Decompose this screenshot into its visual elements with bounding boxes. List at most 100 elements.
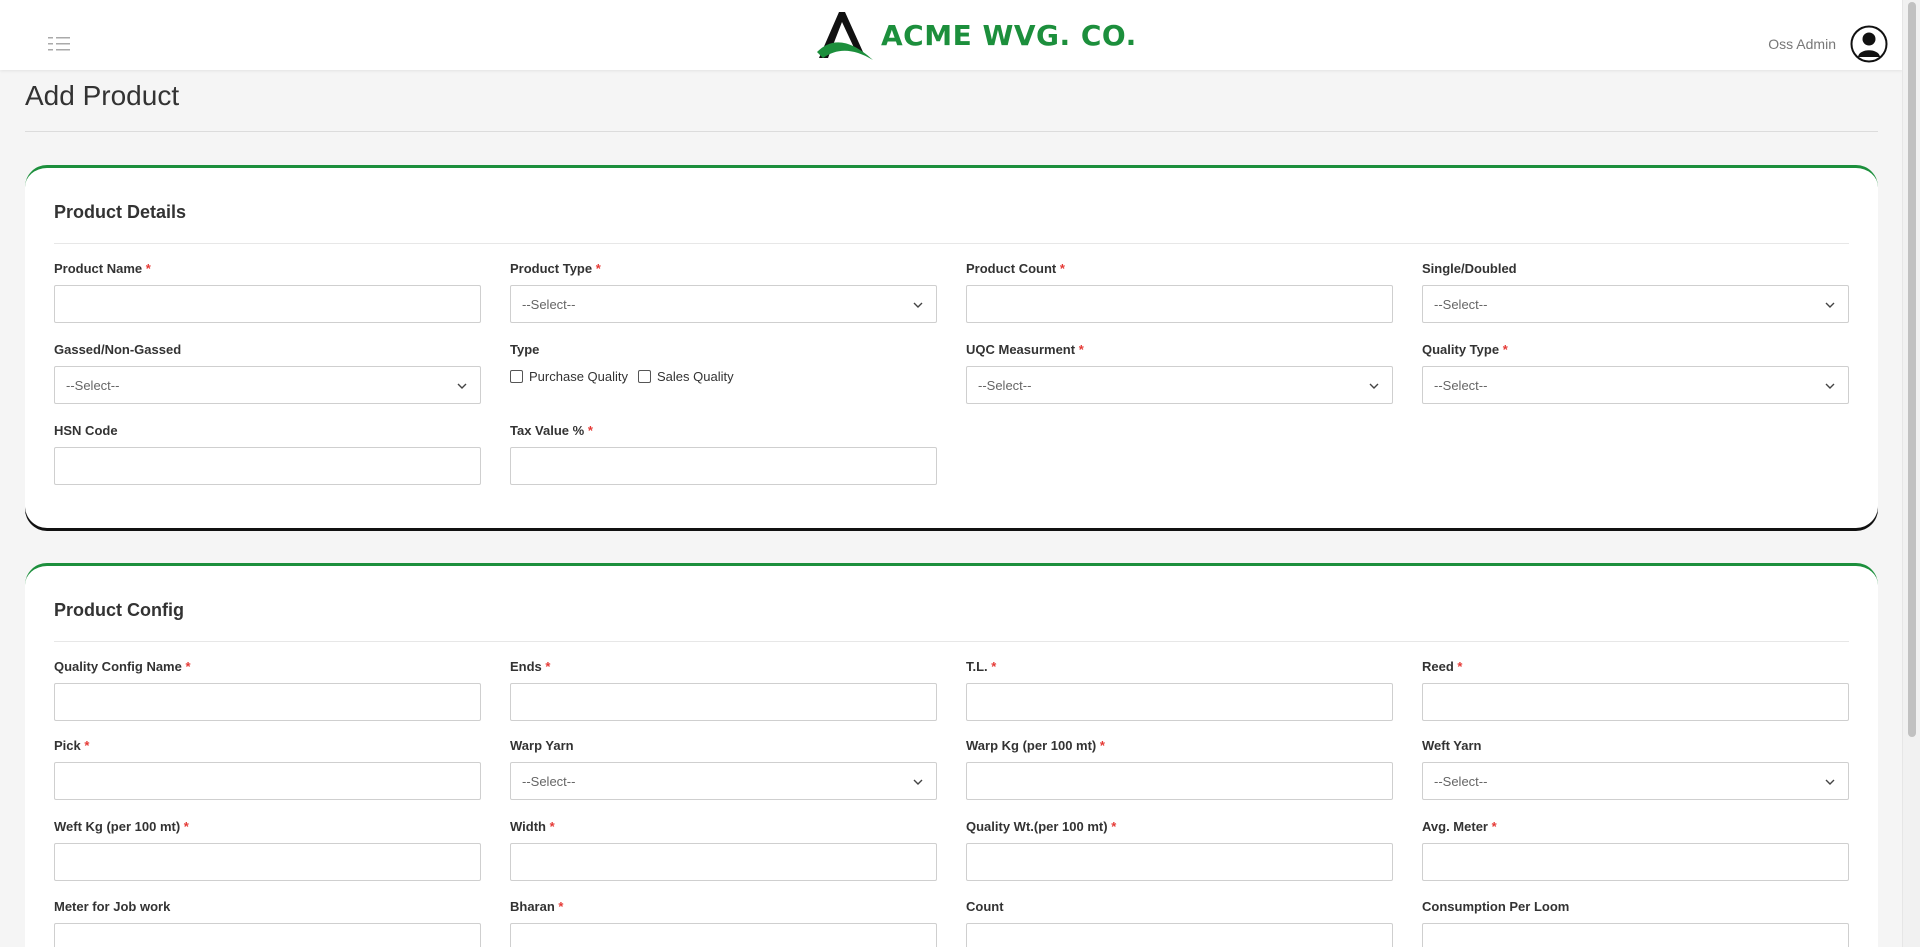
width-input[interactable] [510, 843, 937, 881]
field-label: Avg. Meter * [1422, 819, 1497, 834]
quality-wt-field: Quality Wt.(per 100 mt) * [966, 819, 1393, 881]
user-menu[interactable]: Oss Admin [1768, 25, 1888, 63]
avg-meter-input[interactable] [1422, 843, 1849, 881]
pick-input[interactable] [54, 762, 481, 800]
tl-input[interactable] [966, 683, 1393, 721]
logo-mark-icon [817, 12, 873, 60]
hsn-code-field: HSN Code [54, 423, 481, 485]
product-count-input[interactable] [966, 285, 1393, 323]
card-divider [54, 243, 1849, 244]
single-doubled-field: Single/Doubled --Select-- [1422, 261, 1849, 323]
hsn-code-input[interactable] [54, 447, 481, 485]
vertical-scrollbar[interactable] [1902, 0, 1920, 947]
bharan-field: Bharan * [510, 899, 937, 947]
avg-meter-field: Avg. Meter * [1422, 819, 1849, 881]
field-label: Product Type * [510, 261, 601, 276]
page-title: Add Product [25, 80, 180, 111]
field-label: Single/Doubled [1422, 261, 1517, 276]
field-label: Consumption Per Loom [1422, 899, 1570, 914]
warp-kg-field: Warp Kg (per 100 mt) * [966, 738, 1393, 800]
user-name: Oss Admin [1768, 36, 1836, 52]
weft-kg-field: Weft Kg (per 100 mt) * [54, 819, 481, 881]
pick-field: Pick * [54, 738, 481, 800]
chevron-down-icon [1369, 383, 1379, 389]
count-field: Count [966, 899, 1393, 947]
meter-job-work-input[interactable] [54, 923, 481, 947]
brand-name: ACME WVG. CO. [881, 18, 1137, 52]
field-label: Quality Type * [1422, 342, 1508, 357]
product-name-field: Product Name * [54, 261, 481, 323]
ends-input[interactable] [510, 683, 937, 721]
brand-logo[interactable]: ACME WVG. CO. [815, 8, 1137, 62]
bharan-input[interactable] [510, 923, 937, 947]
consumption-per-loom-input[interactable] [1422, 923, 1849, 947]
avatar[interactable] [1850, 25, 1888, 63]
field-label: Width * [510, 819, 555, 834]
weft-kg-input[interactable] [54, 843, 481, 881]
top-navbar: ACME WVG. CO. Oss Admin [0, 0, 1902, 70]
warp-yarn-select[interactable]: --Select-- [510, 762, 937, 800]
field-label: Product Count * [966, 261, 1065, 276]
purchase-quality-option[interactable]: Purchase Quality [510, 369, 628, 384]
tax-value-input[interactable] [510, 447, 937, 485]
field-label: Warp Yarn [510, 738, 574, 753]
count-input[interactable] [966, 923, 1393, 947]
gassed-field: Gassed/Non-Gassed --Select-- [54, 342, 481, 404]
field-label: Count [966, 899, 1004, 914]
card-divider [54, 641, 1849, 642]
chevron-down-icon [1825, 779, 1835, 785]
field-label: UQC Measurment * [966, 342, 1084, 357]
field-label: Meter for Job work [54, 899, 171, 914]
uqc-select[interactable]: --Select-- [966, 366, 1393, 404]
product-name-input[interactable] [54, 285, 481, 323]
field-label: T.L. * [966, 659, 997, 674]
checkbox-label: Purchase Quality [529, 368, 628, 384]
checkbox-label: Sales Quality [657, 368, 734, 384]
chevron-down-icon [913, 779, 923, 785]
chevron-down-icon [1825, 302, 1835, 308]
consumption-per-loom-field: Consumption Per Loom [1422, 899, 1849, 947]
product-config-title: Product Config [54, 600, 184, 620]
quality-type-select[interactable]: --Select-- [1422, 366, 1849, 404]
scrollbar-thumb[interactable] [1908, 2, 1916, 737]
chevron-down-icon [1825, 383, 1835, 389]
weft-yarn-select[interactable]: --Select-- [1422, 762, 1849, 800]
field-label: Quality Wt.(per 100 mt) * [966, 819, 1117, 834]
quality-config-name-input[interactable] [54, 683, 481, 721]
field-label: Gassed/Non-Gassed [54, 342, 182, 357]
product-config-card: Product Config Quality Config Name * End… [25, 563, 1878, 947]
chevron-down-icon [457, 383, 467, 389]
uqc-field: UQC Measurment * --Select-- [966, 342, 1393, 404]
warp-yarn-field: Warp Yarn --Select-- [510, 738, 937, 800]
product-type-select[interactable]: --Select-- [510, 285, 937, 323]
weft-yarn-field: Weft Yarn --Select-- [1422, 738, 1849, 800]
warp-kg-input[interactable] [966, 762, 1393, 800]
gassed-select[interactable]: --Select-- [54, 366, 481, 404]
quality-config-name-field: Quality Config Name * [54, 659, 481, 721]
field-label: HSN Code [54, 423, 118, 438]
menu-toggle-icon[interactable] [48, 36, 72, 52]
reed-field: Reed * [1422, 659, 1849, 721]
chevron-down-icon [913, 302, 923, 308]
sales-quality-checkbox[interactable] [638, 369, 651, 383]
quality-type-field: Quality Type * --Select-- [1422, 342, 1849, 404]
sales-quality-option[interactable]: Sales Quality [638, 369, 734, 384]
field-label: Product Name * [54, 261, 151, 276]
field-label: Weft Yarn [1422, 738, 1482, 753]
field-label: Pick * [54, 738, 90, 753]
type-checkbox-group: Purchase Quality Sales Quality [510, 366, 744, 386]
ends-field: Ends * [510, 659, 937, 721]
single-doubled-select[interactable]: --Select-- [1422, 285, 1849, 323]
type-field: Type Purchase Quality Sales Quality [510, 342, 937, 384]
purchase-quality-checkbox[interactable] [510, 369, 523, 383]
product-count-field: Product Count * [966, 261, 1393, 323]
tl-field: T.L. * [966, 659, 1393, 721]
reed-input[interactable] [1422, 683, 1849, 721]
product-type-field: Product Type * --Select-- [510, 261, 937, 323]
quality-wt-input[interactable] [966, 843, 1393, 881]
title-divider [25, 131, 1878, 132]
field-label: Quality Config Name * [54, 659, 191, 674]
field-label: Bharan * [510, 899, 564, 914]
product-details-card: Product Details Product Name * Product T… [25, 165, 1878, 528]
width-field: Width * [510, 819, 937, 881]
